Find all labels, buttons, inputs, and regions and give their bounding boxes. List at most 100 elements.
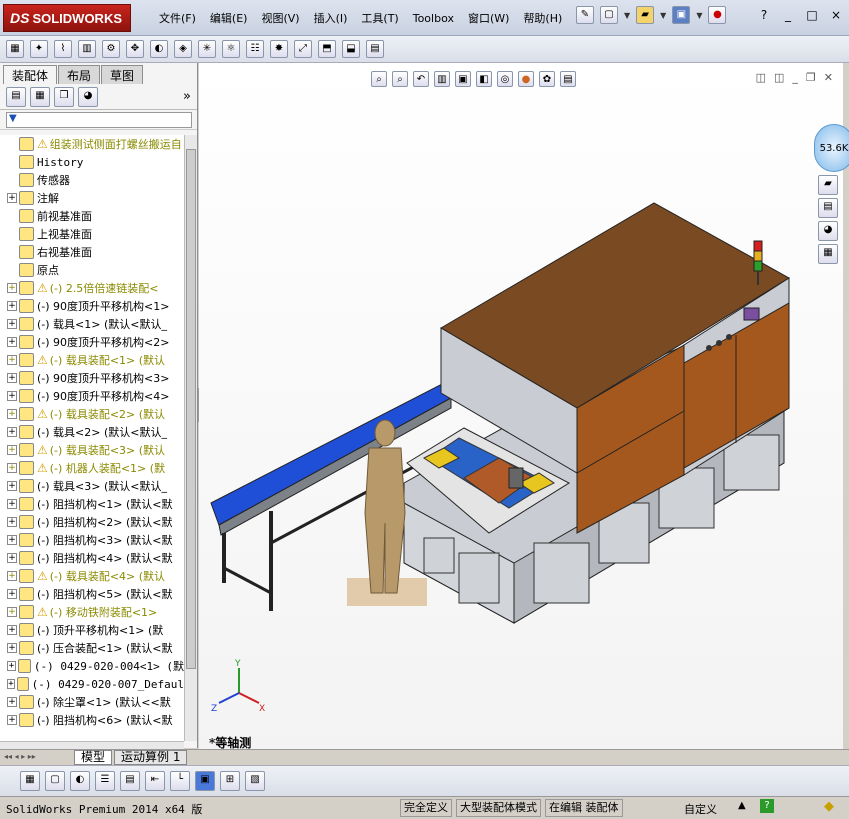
chart-axis-icon[interactable]: └ [170,771,190,791]
tree-item[interactable]: + (-) 90度顶升平移机构<3> [0,369,184,387]
button-icon[interactable] [726,334,732,340]
reference-geometry-icon[interactable]: ✳ [198,40,216,58]
tree-item[interactable]: + (-) 90度顶升平移机构<4> [0,387,184,405]
expand-icon[interactable]: + [7,589,17,599]
tag-icon[interactable]: ◆ [824,799,834,814]
tree-item[interactable]: + ⚠ (-) 载具装配<4> (默认 [0,567,184,585]
linear-pattern-icon[interactable]: ▥ [78,40,96,58]
bill-of-materials-icon[interactable]: ☷ [246,40,264,58]
list-icon[interactable]: ☰ [95,771,115,791]
button-icon[interactable] [716,340,722,346]
menu-view[interactable]: 视图(V) [254,10,306,28]
layout-grid-icon[interactable]: ⊞ [220,771,240,791]
mate-icon[interactable]: ⌇ [54,40,72,58]
expand-icon[interactable]: + [7,463,17,473]
help-button[interactable]: ? [755,8,773,22]
solidworks-logo[interactable]: DS SOLIDWORKS [3,4,131,32]
tree-item[interactable]: + (-) 阻挡机构<2> (默认<默 [0,513,184,531]
expand-icon[interactable]: + [7,481,17,491]
tree-item[interactable]: + (-) 阻挡机构<6> (默认<默 [0,711,184,729]
table-icon[interactable]: ▤ [120,771,140,791]
tree-item[interactable]: + (-) 阻挡机构<1> (默认<默 [0,495,184,513]
expand-panel-icon[interactable]: » [183,89,191,104]
cube-view-icon[interactable]: ▣ [195,771,215,791]
expand-icon[interactable]: + [7,319,17,329]
expand-icon[interactable]: + [7,643,17,653]
tab-motion-study[interactable]: 运动算例 1 [114,750,188,765]
property-manager-icon[interactable]: ▦ [30,86,50,107]
smart-fasteners-icon[interactable]: ⚙ [102,40,120,58]
display-manager-icon[interactable]: ◕ [78,86,98,107]
menu-file[interactable]: 文件(F) [152,10,203,28]
tree-item[interactable]: 原点 [0,261,184,279]
pin-icon[interactable]: ✎ [576,6,594,24]
filter-input[interactable]: ▼ [6,111,192,128]
close-button[interactable]: × [827,8,845,22]
expand-icon[interactable]: + [7,571,17,581]
expand-icon[interactable]: + [7,625,17,635]
expand-icon[interactable]: + [7,445,17,455]
tree-item[interactable]: + (-) 阻挡机构<5> (默认<默 [0,585,184,603]
base-door[interactable] [458,552,500,604]
units-dropdown-icon[interactable]: ▲ [738,800,746,811]
tree-item[interactable]: 右视基准面 [0,243,184,261]
expand-icon[interactable]: + [7,661,16,671]
tree-item[interactable]: + (-) 0429-020-007_Defaul [0,675,184,693]
tree-item[interactable]: + (-) 压合装配<1> (默认<默 [0,639,184,657]
interference-icon[interactable]: ⬒ [318,40,336,58]
tree-item[interactable]: + (-) 顶升平移机构<1> (默 [0,621,184,639]
appearances-icon[interactable]: ◕ [818,221,838,241]
file-explorer-icon[interactable]: ▤ [818,198,838,218]
assembly-features-icon[interactable]: ◈ [174,40,192,58]
assembly-model[interactable]: Y X Z [199,63,843,749]
hidden-lines-icon[interactable]: ▦ [20,771,40,791]
graphics-area[interactable]: ⌕ ⌕ ↶ ▥ ▣ ◧ ◎ ● ✿ ▤ ◫ ◫ _ ❐ ✕ Y X Z *等轴测 [199,63,843,749]
help-icon[interactable]: ? [760,799,774,813]
tab-layout[interactable]: 布局 [58,65,101,84]
menu-window[interactable]: 窗口(W) [461,10,516,28]
save-icon[interactable]: ▣ [672,6,691,24]
menu-insert[interactable]: 插入(I) [307,10,355,28]
minimize-button[interactable]: _ [779,8,797,22]
tree-item[interactable]: + (-) 0429-020-004<1> (默 [0,657,184,675]
hmi-screen[interactable] [743,307,760,321]
maximize-button[interactable]: □ [803,8,821,22]
expand-icon[interactable]: + [7,427,17,437]
menu-edit[interactable]: 编辑(E) [203,10,255,28]
render-icon[interactable]: ▧ [245,771,265,791]
tab-navigation-arrows[interactable]: ◂◂ ◂ ▸ ▸▸ [4,752,74,764]
tree-item[interactable]: + (-) 载具<3> (默认<默认_ [0,477,184,495]
tree-item[interactable]: + (-) 阻挡机构<4> (默认<默 [0,549,184,567]
move-component-icon[interactable]: ✥ [126,40,144,58]
expand-icon[interactable]: + [7,517,17,527]
new-document-icon[interactable]: ▢ [600,6,618,24]
expand-icon[interactable]: + [7,301,17,311]
tree-item[interactable]: + (-) 载具<1> (默认<默认_ [0,315,184,333]
tree-item[interactable]: + ⚠ (-) 2.5倍倍速链装配< [0,279,184,297]
tree-item[interactable]: + ⚠ (-) 载具装配<1> (默认 [0,351,184,369]
tree-item[interactable]: + (-) 除尘罩<1> (默认<<默 [0,693,184,711]
new-motion-study-icon[interactable]: ⚛ [222,40,240,58]
expand-icon[interactable]: + [7,679,15,689]
expand-icon[interactable]: + [7,715,17,725]
tree-item[interactable]: + ⚠ (-) 移动铁附装配<1> [0,603,184,621]
button-icon[interactable] [706,345,712,351]
exploded-view-icon[interactable]: ✸ [270,40,288,58]
open-folder-icon[interactable]: ▰ [636,6,655,24]
tree-item[interactable]: + ⚠ (-) 载具装配<2> (默认 [0,405,184,423]
design-library-icon[interactable]: ▰ [818,175,838,195]
tree-item[interactable]: + (-) 90度顶升平移机构<1> [0,297,184,315]
save-dropdown-icon[interactable]: ▼ [696,11,702,20]
menu-help[interactable]: 帮助(H) [516,10,569,28]
tree-item[interactable]: 传感器 [0,171,184,189]
expand-icon[interactable]: + [7,607,17,617]
base-door[interactable] [423,537,455,574]
expand-icon[interactable]: + [7,535,17,545]
expand-icon[interactable]: + [7,391,17,401]
tree-item[interactable]: ⚠ 组装测试侧面打螺丝搬运自 [0,135,184,153]
feature-manager-icon[interactable]: ▤ [6,86,26,107]
tree-item[interactable]: + ⚠ (-) 机器人装配<1> (默 [0,459,184,477]
tab-sketch[interactable]: 草图 [101,65,144,84]
tree-vertical-scrollbar[interactable] [184,135,197,741]
wireframe-icon[interactable]: ▢ [45,771,65,791]
